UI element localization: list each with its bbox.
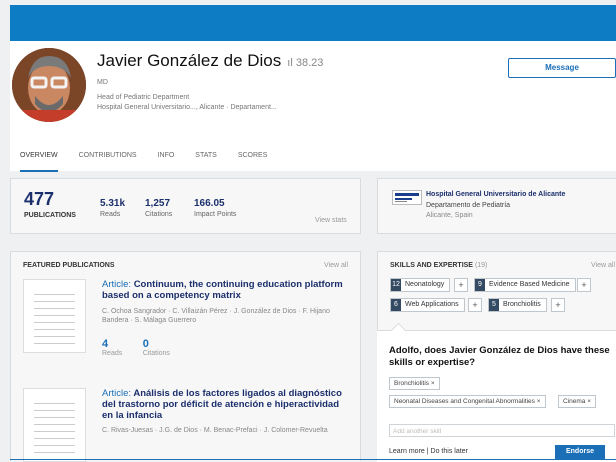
suggested-skill-tag[interactable]: Neonatal Diseases and Congenital Abnorma… [389, 395, 546, 408]
profile-tabs: OVERVIEW CONTRIBUTIONS INFO STATS SCORES [20, 151, 288, 172]
document-thumbnail-icon[interactable] [23, 388, 86, 462]
tab-stats[interactable]: STATS [195, 151, 217, 170]
endorse-question: Adolfo, does Javier González de Dios hav… [389, 345, 610, 368]
plus-icon[interactable]: + [551, 298, 565, 312]
reads-count: 5.31k [100, 198, 126, 209]
citations-count: 1,257 [145, 198, 171, 209]
skills-expertise-card: SKILLS AND EXPERTISE (19) View all 12 Neo… [377, 251, 616, 462]
profile-position: Head of Pediatric Department [97, 94, 190, 101]
publication-type: Article: [102, 388, 132, 399]
link-separator: | [426, 448, 429, 455]
featured-view-all-link[interactable]: View all [324, 262, 348, 269]
top-navigation-bar [10, 5, 616, 41]
institution-card: Hospital General Universitario de Alican… [377, 178, 616, 234]
document-thumbnail-icon[interactable] [23, 279, 86, 353]
institution-location: Alicante, Spain [426, 212, 473, 219]
publication-type: Article: [102, 279, 132, 290]
avatar[interactable] [12, 48, 86, 122]
prompt-caret [390, 322, 407, 339]
endorse-button[interactable]: Endorse [555, 445, 605, 459]
avatar-photo [12, 48, 86, 122]
skill-endorsement-count: 12 [391, 279, 401, 291]
publication-reads-label: Reads [102, 350, 123, 357]
skill-chip-neonatology[interactable]: 12 Neonatology [390, 278, 451, 292]
impact-points-label: Impact Points [194, 211, 237, 218]
institution-department[interactable]: Departamento de Pediatría [426, 202, 510, 209]
add-skill-input[interactable]: Add another skill [389, 424, 615, 437]
skill-endorsement-count: 5 [489, 299, 499, 311]
plus-icon[interactable]: + [468, 298, 482, 312]
publications-count: 477 [24, 189, 55, 209]
publication-reads: 4 Reads [102, 338, 122, 357]
institution-logo[interactable] [392, 190, 422, 205]
impact-points-count: 166.05 [194, 198, 225, 209]
profile-name: Javier González de Dios ıl 38.23 [97, 51, 323, 71]
tab-contributions[interactable]: CONTRIBUTIONS [79, 151, 137, 170]
publication-title-text: Continuum, the continuing education plat… [102, 279, 343, 301]
hospital-logo-icon [395, 193, 419, 202]
plus-icon[interactable]: + [454, 278, 468, 292]
publications-label: PUBLICATIONS [24, 212, 76, 219]
view-stats-link[interactable]: View stats [315, 217, 347, 224]
publication-citations-label: Citations [142, 350, 170, 357]
publication-authors[interactable]: C. Ochoa Sangrador · C. Villaizán Pérez … [102, 307, 350, 325]
suggested-skill-tag[interactable]: Cinema × [558, 395, 596, 408]
stat-impact-points[interactable]: 166.05 Impact Points [194, 198, 236, 218]
stats-card: 477 PUBLICATIONS 5.31k Reads 1,257 Citat… [10, 178, 361, 234]
do-this-later-link[interactable]: Do this later [431, 448, 468, 455]
publication-reads-count: 4 [102, 338, 109, 350]
publication-citations: 0 Citations [143, 338, 170, 357]
tab-scores[interactable]: SCORES [238, 151, 268, 170]
skill-chip-evidence-based-medicine[interactable]: 9 Evidence Based Medicine [474, 278, 576, 292]
endorse-prompt: Adolfo, does Javier González de Dios hav… [377, 322, 616, 462]
skill-chip-web-applications[interactable]: 6 Web Applications [390, 298, 465, 312]
featured-publications-card: FEATURED PUBLICATIONS View all Article: … [10, 251, 361, 462]
skills-title-text: SKILLS AND EXPERTISE [390, 262, 473, 269]
tab-info[interactable]: INFO [158, 151, 175, 170]
profile-header: Javier González de Dios ıl 38.23 MD Head … [10, 41, 616, 172]
featured-publications-title: FEATURED PUBLICATIONS [23, 262, 115, 269]
skills-view-all-link[interactable]: View all [591, 262, 615, 269]
reads-label: Reads [100, 211, 121, 218]
publication-metrics: 4 Reads 0 Citations [102, 338, 186, 360]
publication-title[interactable]: Article: Continuum, the continuing educa… [102, 279, 350, 301]
skill-label: Bronchiolitis [503, 301, 541, 308]
publication-authors[interactable]: C. Rivas-Juesas · J.G. de Dios · M. Bena… [102, 426, 350, 435]
stat-publications[interactable]: 477 PUBLICATIONS [24, 189, 76, 219]
profile-degree: MD [97, 79, 108, 86]
stat-reads[interactable]: 5.31k Reads [100, 198, 125, 218]
skill-endorsement-count: 9 [475, 279, 485, 291]
skill-endorsement-count: 6 [391, 299, 401, 311]
skills-title: SKILLS AND EXPERTISE (19) [390, 262, 487, 269]
suggested-skill-tag[interactable]: Bronchiolitis × [389, 377, 440, 390]
skill-chip-bronchiolitis[interactable]: 5 Bronchiolitis [488, 298, 547, 312]
rg-score[interactable]: ıl 38.23 [287, 57, 323, 69]
rg-score-value: 38.23 [295, 57, 324, 69]
tab-overview[interactable]: OVERVIEW [20, 151, 58, 172]
learn-more-link[interactable]: Learn more [389, 448, 425, 455]
publication-title-text: Análisis de los factores ligados al diag… [102, 388, 342, 421]
stat-citations[interactable]: 1,257 Citations [145, 198, 172, 218]
citations-label: Citations [145, 211, 173, 218]
profile-affiliation[interactable]: Hospital General Universitario..., Alica… [97, 104, 277, 111]
skills-count: (19) [474, 262, 488, 269]
publication-citations-count: 0 [142, 338, 149, 350]
endorse-footer-links: Learn more | Do this later [389, 448, 468, 455]
skill-label: Web Applications [405, 301, 459, 308]
rg-score-bars-icon: ıl [287, 57, 293, 69]
institution-name[interactable]: Hospital General Universitario de Alican… [426, 191, 565, 198]
skill-label: Evidence Based Medicine [489, 281, 570, 288]
skill-label: Neonatology [405, 281, 445, 288]
profile-name-text: Javier González de Dios [97, 51, 282, 70]
message-button[interactable]: Message [508, 58, 616, 78]
publication-title[interactable]: Article: Análisis de los factores ligado… [102, 388, 350, 421]
plus-icon[interactable]: + [577, 278, 591, 292]
